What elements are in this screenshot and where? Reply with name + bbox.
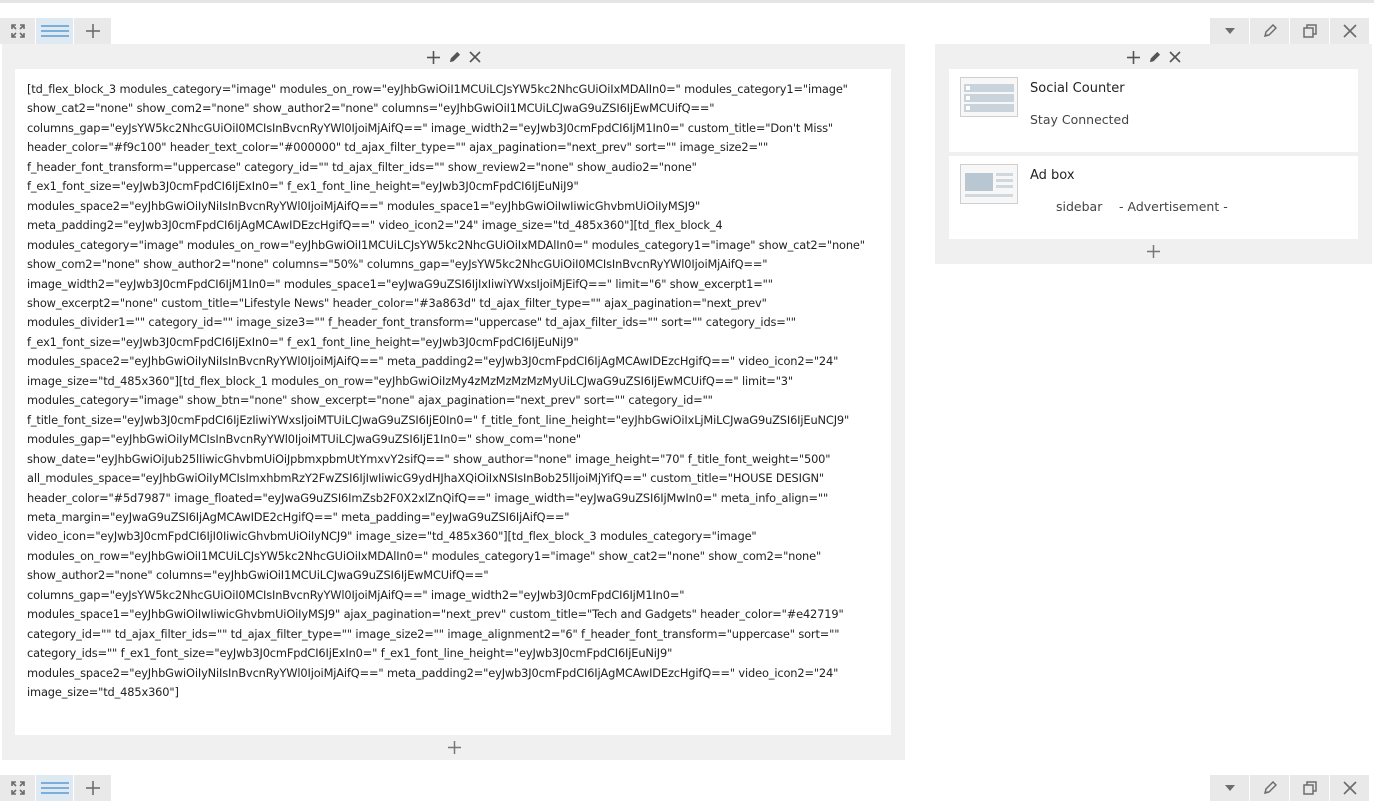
column-delete-button[interactable] [468, 50, 482, 64]
row-delete-button[interactable] [1330, 775, 1370, 801]
row-layout-button[interactable] [36, 18, 74, 44]
widget-title: Ad box [1030, 168, 1075, 183]
clone-icon [1302, 24, 1317, 38]
ad-box-thumbnail [960, 164, 1018, 204]
layout-icon [40, 25, 69, 37]
sidebar-add-element-button[interactable] [1146, 244, 1160, 258]
plus-icon [426, 50, 440, 64]
caret-down-icon [1224, 28, 1235, 34]
row-toolbar-bottom [0, 775, 1374, 801]
shortcode-text: [td_flex_block_3 modules_category="image… [27, 82, 865, 700]
widget-subtitle: Stay Connected [1030, 112, 1130, 127]
expand-icon [10, 24, 25, 38]
pencil-icon [1149, 51, 1160, 62]
close-icon [1342, 781, 1357, 795]
row-fullwidth-button[interactable] [0, 18, 36, 44]
ad-layout-icon [965, 173, 1013, 197]
row-toolbar-top [0, 18, 1374, 44]
plus-icon [85, 24, 100, 38]
sidebar-delete-button[interactable] [1168, 50, 1182, 64]
expand-icon [10, 781, 25, 795]
clone-icon [1302, 781, 1317, 795]
row-clone-button[interactable] [1290, 18, 1330, 44]
row-edit-button[interactable] [1250, 775, 1290, 801]
plus-icon [1146, 244, 1160, 258]
main-column: [td_flex_block_3 modules_category="image… [2, 44, 905, 760]
sidebar-column: Social Counter Stay Connected Ad box sid… [935, 44, 1372, 264]
top-separator [0, 0, 1374, 3]
row-edit-button[interactable] [1250, 18, 1290, 44]
widget-title: Social Counter [1030, 81, 1125, 96]
sidebar-add-button[interactable] [1126, 50, 1140, 64]
close-icon [1169, 51, 1181, 63]
close-icon [1342, 24, 1357, 38]
widget-subtitle: sidebar [1056, 199, 1103, 214]
sidebar-edit-button[interactable] [1147, 50, 1161, 64]
pencil-icon [449, 51, 460, 62]
social-icons-icon [964, 84, 1014, 112]
shortcode-element[interactable]: [td_flex_block_3 modules_category="image… [15, 69, 891, 735]
column-add-button[interactable] [426, 50, 440, 64]
row-clone-button[interactable] [1290, 775, 1330, 801]
row-add-column-button[interactable] [74, 18, 112, 44]
column-edit-button[interactable] [447, 50, 461, 64]
main-column-controls [426, 48, 482, 66]
row-toggle-button[interactable] [1210, 18, 1250, 44]
row-layout-button[interactable] [36, 775, 74, 801]
social-counter-thumbnail [960, 77, 1018, 117]
row-toggle-button[interactable] [1210, 775, 1250, 801]
sidebar-column-controls [1126, 48, 1182, 66]
row-delete-button[interactable] [1330, 18, 1370, 44]
pencil-icon [1263, 781, 1277, 795]
social-counter-widget[interactable]: Social Counter Stay Connected [949, 69, 1358, 152]
add-element-button[interactable] [447, 740, 461, 754]
plus-icon [1126, 50, 1140, 64]
row-add-column-button[interactable] [74, 775, 112, 801]
widget-ad-label: - Advertisement - [1119, 199, 1228, 214]
plus-icon [447, 740, 461, 754]
row-fullwidth-button[interactable] [0, 775, 36, 801]
pencil-icon [1263, 24, 1277, 38]
ad-box-widget[interactable]: Ad box sidebar - Advertisement - [949, 156, 1358, 239]
layout-icon [40, 782, 69, 794]
close-icon [469, 51, 481, 63]
caret-down-icon [1224, 785, 1235, 791]
plus-icon [85, 781, 100, 795]
